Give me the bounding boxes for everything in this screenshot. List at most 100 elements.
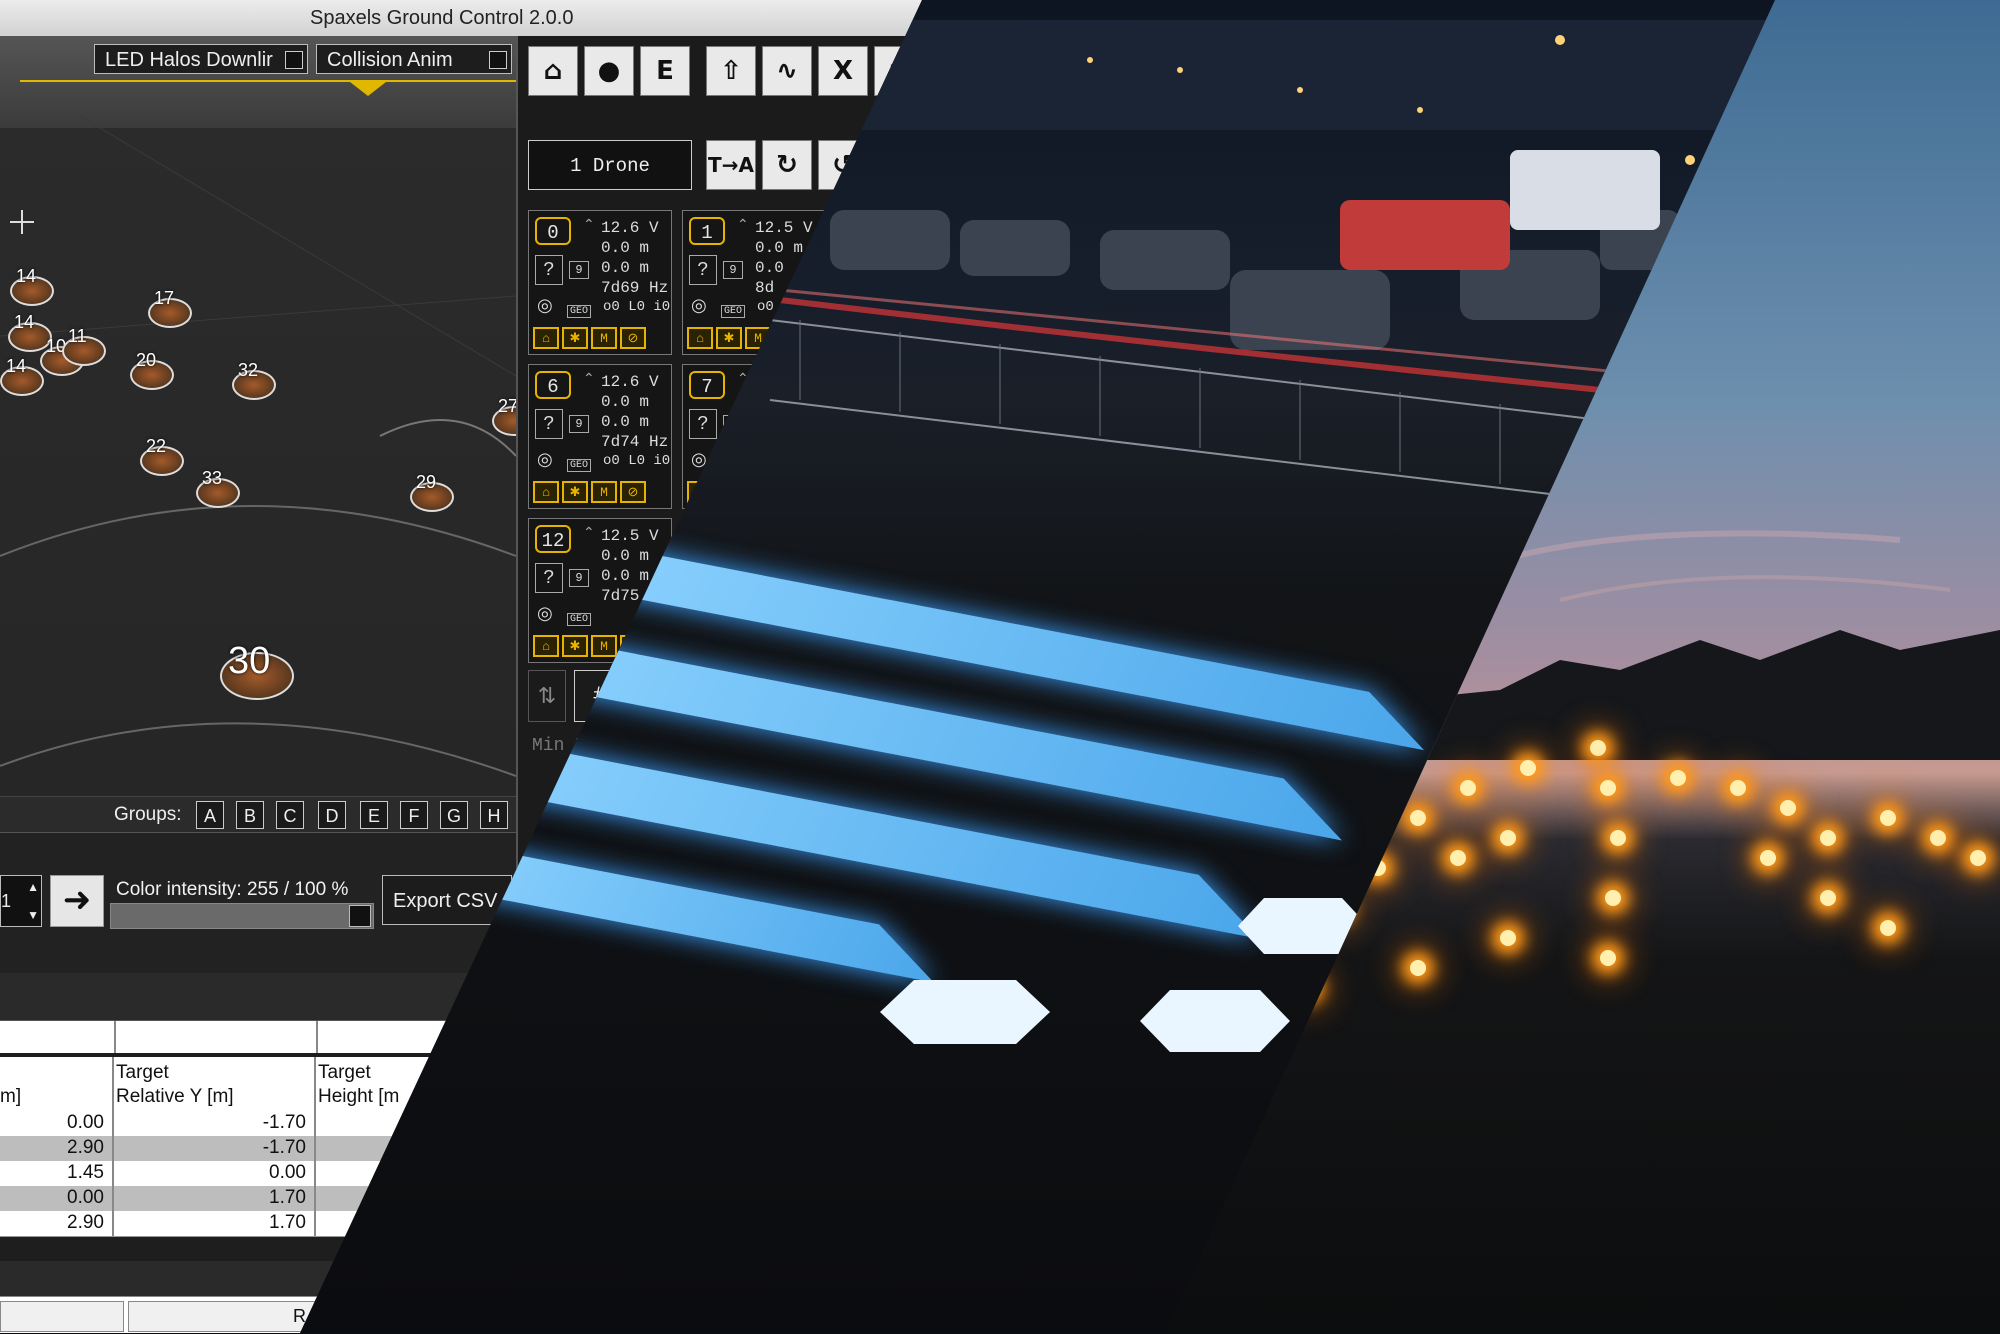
ground-light-glow [1780, 800, 1796, 816]
drone-box-number: 9 [569, 415, 589, 433]
drone-marker[interactable]: 29 [410, 472, 454, 512]
star-icon[interactable]: ✱ [562, 635, 588, 657]
ground-light-glow [1970, 850, 1986, 866]
drone-id-badge[interactable]: 6 [535, 371, 571, 399]
drone-marker[interactable]: 30 [220, 640, 294, 700]
drone-card[interactable]: 6 ⌃ 12.6 V 0.0 m 0.0 m 7d74 Hz o0 L0 i0 … [528, 364, 672, 509]
table-divider [314, 1211, 316, 1236]
table-cell-x: 2.90 [67, 1137, 104, 1158]
drone-marker-label: 27 [498, 396, 516, 416]
3d-viewport[interactable]: LED Halos Downlir Collision Anim 14 14 14 1… [0, 36, 516, 796]
drone-marker[interactable]: 32 [232, 360, 276, 400]
group-button-b[interactable]: B [236, 801, 264, 829]
m-button[interactable]: M [591, 635, 617, 657]
table-divider [314, 1136, 316, 1161]
tool-e-button[interactable]: E [640, 46, 690, 96]
home-icon[interactable]: ⌂ [533, 481, 559, 503]
drone-altitude-2: 0.0 [755, 259, 784, 277]
group-button-a[interactable]: A [196, 801, 224, 829]
spinner-down-icon[interactable]: ▼ [27, 890, 39, 940]
geo-label: GEO [567, 613, 592, 626]
m-button[interactable]: M [591, 481, 617, 503]
ground-light-glow [1410, 810, 1426, 826]
drone-altitude: 0.0 m [601, 393, 650, 411]
value-spinner-text: 1 [1, 891, 12, 911]
star-icon[interactable]: ✱ [562, 481, 588, 503]
drone-card-buttons: ⌂✱M⊘ [533, 327, 649, 349]
drone-marker[interactable]: 14 [0, 356, 44, 396]
star-icon[interactable]: ✱ [716, 327, 742, 349]
drone-marker[interactable]: 17 [148, 288, 192, 328]
color-intensity-thumb[interactable] [349, 905, 371, 927]
tool-x-button[interactable]: X [818, 46, 868, 96]
drone-marker[interactable]: 22 [140, 436, 184, 476]
groups-label: Groups: [114, 804, 182, 825]
color-intensity-label: Color intensity: 255 / 100 % [116, 879, 349, 900]
question-icon[interactable]: ? [689, 409, 717, 439]
drone-voltage: 12.5 V [755, 219, 813, 237]
drone-altitude: 0.0 m [755, 239, 804, 257]
drone-selector[interactable]: 1 Drone [528, 140, 692, 190]
group-button-g[interactable]: G [440, 801, 468, 829]
home-icon[interactable]: ⌂ [687, 327, 713, 349]
no-icon[interactable]: ⊘ [620, 327, 646, 349]
drone-voltage: 12.5 V [601, 527, 659, 545]
drone-marker[interactable]: 14 [10, 266, 54, 306]
table-cell-relative-y: -1.70 [262, 1112, 306, 1133]
home-m-icon[interactable]: ⌂ [528, 46, 578, 96]
home-icon[interactable]: ⌂ [533, 327, 559, 349]
takeoff-to-a-button[interactable]: T→A [706, 140, 756, 190]
rotate-icon[interactable]: ↻ [762, 140, 812, 190]
bottom-left-button[interactable] [0, 1301, 124, 1332]
drone-box-number: 9 [569, 261, 589, 279]
drone-card-buttons: ⌂✱M⊘ [533, 481, 649, 503]
star-icon[interactable]: ✱ [562, 327, 588, 349]
hex-light-tile [880, 980, 1050, 1044]
m-button[interactable]: M [591, 327, 617, 349]
path-icon[interactable]: ∿ [762, 46, 812, 96]
color-control-row: 1 ▲ ▼ ➜ Color intensity: 255 / 100 % Expor… [0, 832, 516, 973]
drone-id-badge[interactable]: 12 [535, 525, 571, 553]
drone-marker[interactable]: 20 [130, 350, 174, 390]
geo-label: GEO [567, 459, 592, 472]
home-up-icon[interactable]: ⇧ [706, 46, 756, 96]
table-header-divider [112, 1057, 114, 1111]
ground-light-glow [1760, 850, 1776, 866]
antenna-icon: ⌃ [583, 526, 595, 542]
antenna-icon: ⌃ [737, 218, 749, 234]
drone-marker-label: 20 [136, 350, 157, 370]
drone-marker[interactable]: 33 [196, 468, 240, 508]
question-icon[interactable]: ? [535, 563, 563, 593]
drone-id-badge[interactable]: 0 [535, 217, 571, 245]
question-icon[interactable]: ? [535, 409, 563, 439]
ground-light-glow [1590, 740, 1606, 756]
question-icon[interactable]: ? [689, 255, 717, 285]
value-spinner[interactable]: 1 ▲ ▼ [0, 875, 42, 927]
group-button-e[interactable]: E [360, 801, 388, 829]
group-button-c[interactable]: C [276, 801, 304, 829]
m-drones-icon[interactable]: ● [584, 46, 634, 96]
ground-light-glow [1520, 760, 1536, 776]
table-toolbar-divider [114, 1021, 116, 1053]
question-icon[interactable]: ? [535, 255, 563, 285]
apply-arrow-button[interactable]: ➜ [50, 875, 104, 927]
group-button-h[interactable]: H [480, 801, 508, 829]
drone-id-badge[interactable]: 7 [689, 371, 725, 399]
table-divider [112, 1161, 114, 1186]
table-header-height: Target Height [m [318, 1062, 400, 1107]
hex-light-tile [1140, 990, 1290, 1052]
group-button-d[interactable]: D [318, 801, 346, 829]
m-drone-icon: ◎ [537, 297, 553, 317]
sort-icon[interactable]: ⇅ [528, 670, 566, 722]
home-icon[interactable]: ⌂ [533, 635, 559, 657]
group-button-f[interactable]: F [400, 801, 428, 829]
drone-card[interactable]: 0 ⌃ 12.6 V 0.0 m 0.0 m 7d69 Hz o0 L0 i0 … [528, 210, 672, 355]
drone-altitude-2: 0.0 m [601, 413, 650, 431]
drone-id-badge[interactable]: 1 [689, 217, 725, 245]
export-csv-button[interactable]: Export CSV [382, 875, 512, 925]
color-intensity-slider[interactable] [110, 903, 374, 929]
ground-light-glow [1610, 830, 1626, 846]
drone-marker[interactable]: 11 [62, 326, 106, 366]
no-icon[interactable]: ⊘ [620, 481, 646, 503]
drone-voltage: 12.6 V [601, 219, 659, 237]
